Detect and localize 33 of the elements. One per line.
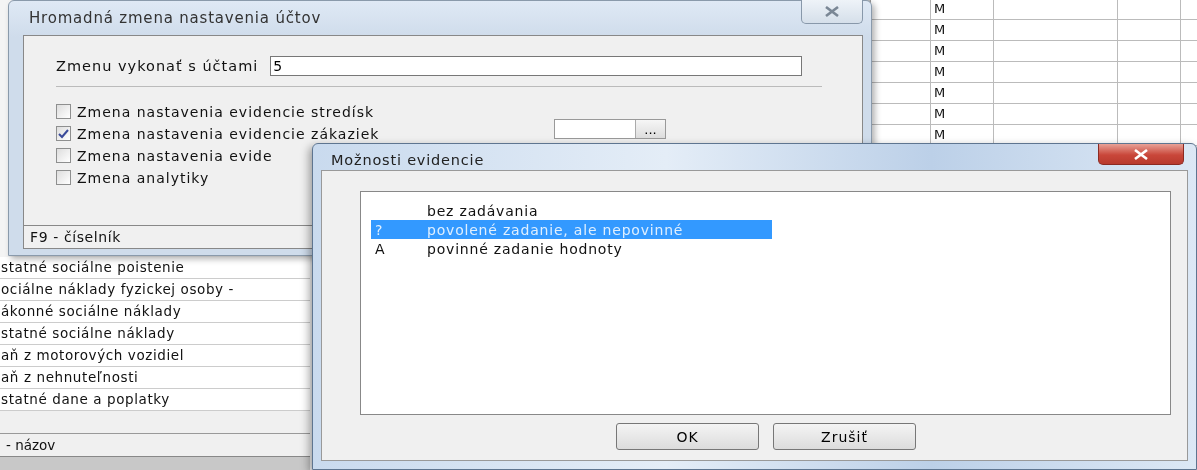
browse-button[interactable]: ...	[635, 120, 665, 138]
list-item[interactable]: bez zadávania	[371, 201, 772, 220]
checkbox[interactable]	[56, 170, 71, 185]
window-title: Možnosti evidencie	[330, 151, 485, 168]
dialog-button[interactable]: OK	[616, 423, 759, 450]
checkbox-label: Zmena nastavenia evidencie stredísk	[77, 103, 375, 120]
list-row[interactable]: aň z nehnuteľnosti	[0, 367, 310, 389]
picker-field[interactable]: ...	[554, 119, 666, 139]
close-icon	[1133, 148, 1149, 160]
list-row[interactable]: statné sociálne náklady	[0, 323, 310, 345]
close-icon	[824, 6, 840, 17]
list-row[interactable]: aň z motorových vozidiel	[0, 345, 310, 367]
list-row[interactable]: ociálne náklady fyzickej osoby -	[0, 279, 310, 301]
checkbox-label: Zmena nastavenia evide	[77, 147, 273, 164]
checkbox-label: Zmena analytiky	[77, 169, 210, 186]
list-row[interactable]: statné sociálne poistenie	[0, 257, 310, 279]
table-cell: M	[931, 0, 994, 19]
table-cell: M	[931, 20, 994, 40]
window-title: Hromadná zmena nastavenia účtov	[28, 9, 322, 27]
table-cell: M	[931, 41, 994, 61]
checkbox[interactable]	[56, 148, 71, 163]
field-label: Zmenu vykonať s účtami	[56, 58, 259, 74]
accounts-field[interactable]: 5	[270, 56, 802, 76]
close-button[interactable]	[1098, 144, 1184, 165]
dialog-button[interactable]: Zrušiť	[773, 423, 916, 450]
list-row[interactable]: statné dane a poplatky	[0, 389, 310, 411]
table-cell: M	[931, 83, 994, 103]
table-cell: M	[931, 104, 994, 124]
checkbox-label: Zmena nastavenia evidencie zákaziek	[77, 125, 380, 142]
list-row[interactable]: ákonné sociálne náklady	[0, 301, 310, 323]
checkbox[interactable]	[56, 104, 71, 119]
table-cell: M	[931, 62, 994, 82]
checkbox[interactable]	[56, 126, 71, 141]
